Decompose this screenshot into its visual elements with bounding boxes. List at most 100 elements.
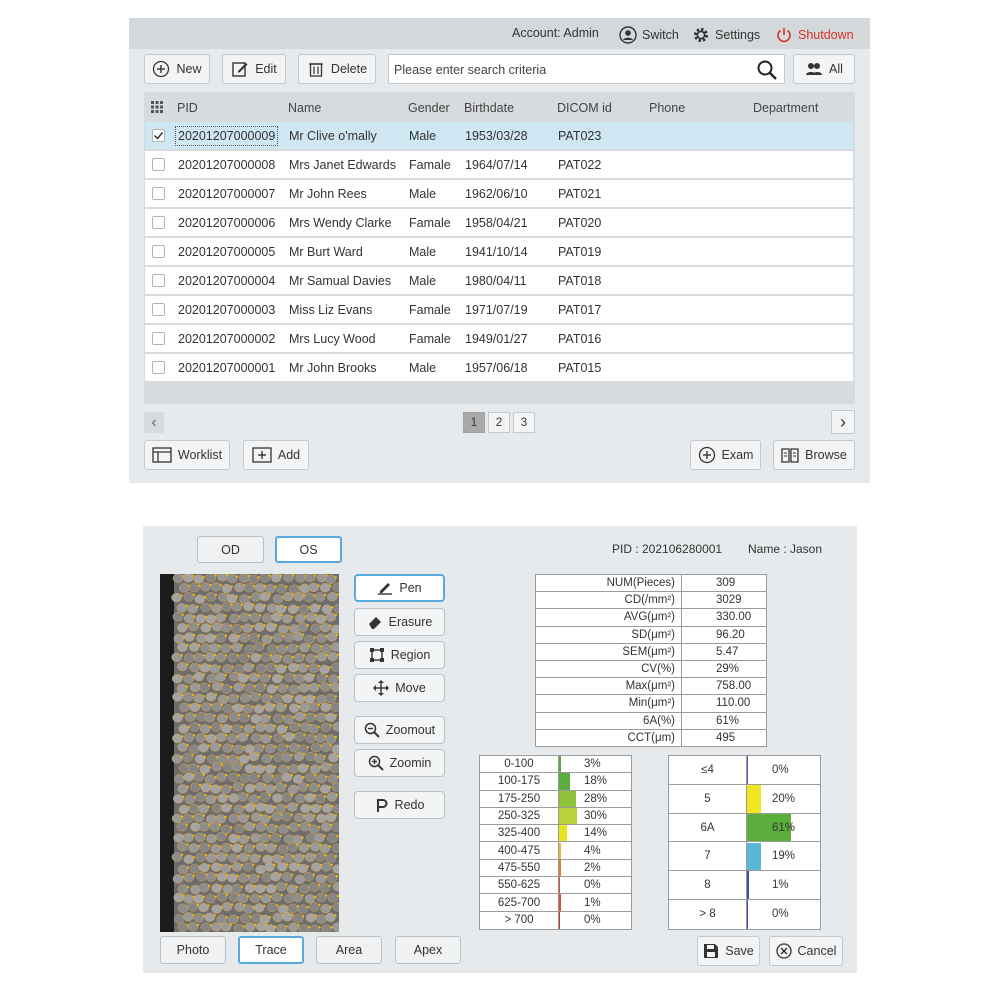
switch-button[interactable]: Switch xyxy=(619,26,679,44)
tab-apex[interactable]: Apex xyxy=(395,936,461,964)
search-icon[interactable] xyxy=(756,59,778,81)
settings-button[interactable]: Settings xyxy=(692,26,760,44)
tab-os[interactable]: OS xyxy=(275,536,342,563)
cell-outline xyxy=(321,862,332,872)
cancel-button[interactable]: Cancel xyxy=(769,936,843,966)
row-checkbox[interactable] xyxy=(152,187,165,200)
prev-page-button[interactable]: ‹ xyxy=(144,412,164,433)
new-button[interactable]: New xyxy=(144,54,210,84)
next-page-button[interactable]: › xyxy=(831,410,855,434)
cell-outline xyxy=(238,713,250,723)
table-row[interactable]: 20201207000005 Mr Burt Ward Male 1941/10/14… xyxy=(145,238,853,265)
column-header-phone[interactable]: Phone xyxy=(649,101,685,115)
browse-button[interactable]: Browse xyxy=(773,440,855,470)
all-button[interactable]: All xyxy=(793,54,855,84)
cell-outline xyxy=(255,802,266,812)
tab-od[interactable]: OD xyxy=(197,536,264,563)
vertex-dot xyxy=(313,574,317,577)
column-chooser-icon[interactable] xyxy=(151,101,163,113)
cell-outline xyxy=(229,613,240,624)
zoomout-tool-button[interactable]: Zoomout xyxy=(354,716,445,744)
cell-outline xyxy=(325,812,337,823)
exam-button[interactable]: Exam xyxy=(690,440,761,470)
cell-outline xyxy=(199,862,210,873)
vertex-dot xyxy=(284,704,288,707)
row-checkbox[interactable] xyxy=(152,216,165,229)
endothelium-image[interactable] xyxy=(160,574,339,932)
column-header-gender[interactable]: Gender xyxy=(408,101,450,115)
cell-outline xyxy=(320,722,332,733)
row-checkbox[interactable] xyxy=(152,361,165,374)
table-row[interactable]: 20201207000006 Mrs Wendy Clarke Famale 1958… xyxy=(145,209,853,236)
vertex-dot xyxy=(240,644,243,647)
vertex-dot xyxy=(317,584,320,587)
cell-outline xyxy=(320,822,332,832)
cell-outline xyxy=(215,652,227,663)
table-row[interactable]: 20201207000009 Mr Clive o'mally Male 1953/0… xyxy=(145,122,853,149)
cell-birthdate: 1957/06/18 xyxy=(465,361,528,375)
table-row[interactable]: 20201207000002 Mrs Lucy Wood Famale 1949/01… xyxy=(145,325,853,352)
page-2-button[interactable]: 2 xyxy=(488,412,510,433)
move-tool-button[interactable]: Move xyxy=(354,674,445,702)
row-checkbox[interactable] xyxy=(152,129,165,142)
zoomin-tool-button[interactable]: Zoomin xyxy=(354,749,445,777)
row-checkbox[interactable] xyxy=(152,274,165,287)
row-checkbox[interactable] xyxy=(152,245,165,258)
table-row[interactable]: 20201207000008 Mrs Janet Edwards Famale 196… xyxy=(145,151,853,178)
vertex-dot xyxy=(335,875,339,878)
column-header-pid[interactable]: PID xyxy=(177,101,198,115)
cell-outline xyxy=(287,643,298,653)
cell-outline xyxy=(260,734,272,744)
plus-circle-icon xyxy=(153,60,170,78)
vertex-dot xyxy=(207,884,211,887)
cell-outline xyxy=(193,812,205,823)
page-3-button[interactable]: 3 xyxy=(513,412,535,433)
search-input[interactable]: Please enter search criteria xyxy=(388,54,785,84)
redo-tool-button[interactable]: Redo xyxy=(354,791,445,819)
table-row[interactable]: 20201207000003 Miss Liz Evans Famale 1971/0… xyxy=(145,296,853,323)
cell-outline xyxy=(187,604,198,614)
cell-outline xyxy=(229,671,240,682)
cell-outline xyxy=(176,603,188,613)
worklist-button[interactable]: Worklist xyxy=(144,440,230,470)
cell-outline xyxy=(244,783,256,793)
table-row[interactable]: 20201207000007 Mr John Rees Male 1962/06/10… xyxy=(145,180,853,207)
column-header-dicom[interactable]: DICOM id xyxy=(557,101,612,115)
cell-outline xyxy=(330,642,339,652)
cell-outline xyxy=(265,924,276,932)
cell-gender: Famale xyxy=(409,303,451,317)
cell-outline xyxy=(292,892,303,903)
cell-dicom: PAT015 xyxy=(558,361,602,375)
pen-tool-button[interactable]: Pen xyxy=(354,574,445,602)
tab-trace[interactable]: Trace xyxy=(238,936,304,964)
cell-outline xyxy=(253,641,265,652)
row-checkbox[interactable] xyxy=(152,303,165,316)
hist-bar xyxy=(559,773,570,790)
tab-photo[interactable]: Photo xyxy=(160,936,226,964)
cell-outline xyxy=(325,912,336,923)
edit-button[interactable]: Edit xyxy=(222,54,286,84)
table-row[interactable]: 20201207000001 Mr John Brooks Male 1957/06/… xyxy=(145,354,853,381)
hist-row: 5 20% xyxy=(669,784,820,814)
column-header-department[interactable]: Department xyxy=(753,101,818,115)
add-button[interactable]: Add xyxy=(243,440,309,470)
vertex-dot xyxy=(280,893,284,897)
column-header-name[interactable]: Name xyxy=(288,101,321,115)
row-checkbox[interactable] xyxy=(152,158,165,171)
tab-area[interactable]: Area xyxy=(316,936,382,964)
delete-button[interactable]: Delete xyxy=(298,54,376,84)
save-button[interactable]: Save xyxy=(697,936,760,966)
shutdown-button[interactable]: Shutdown xyxy=(775,26,854,44)
region-tool-button[interactable]: Region xyxy=(354,641,445,669)
vertex-dot xyxy=(334,576,337,579)
cell-outline xyxy=(276,724,288,734)
page-1-button[interactable]: 1 xyxy=(463,412,485,433)
column-header-birthdate[interactable]: Birthdate xyxy=(464,101,514,115)
row-checkbox[interactable] xyxy=(152,332,165,345)
cell-outline xyxy=(249,612,261,623)
erasure-tool-button[interactable]: Erasure xyxy=(354,608,445,636)
vertex-dot xyxy=(240,603,243,606)
vertex-dot xyxy=(328,845,332,848)
table-row[interactable]: 20201207000004 Mr Samual Davies Male 1980/0… xyxy=(145,267,853,294)
cell-outline xyxy=(316,914,327,924)
